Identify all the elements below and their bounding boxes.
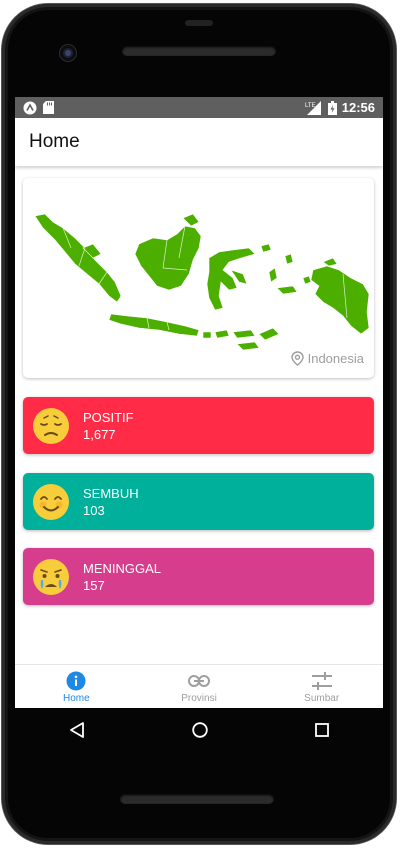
smiling-face-icon <box>33 483 69 520</box>
page-title: Home <box>29 131 80 152</box>
positif-card[interactable]: POSITIF 1,677 <box>23 397 374 454</box>
sembuh-texts: SEMBUH 103 <box>83 485 139 519</box>
meninggal-label: MENINGGAL <box>83 560 162 576</box>
nav-provinsi[interactable]: Provinsi <box>138 665 261 708</box>
main-content: Indonesia POSITIF 1,677 SEMBUH 103 MENIN… <box>15 166 383 664</box>
location-pin-icon <box>290 351 304 366</box>
positif-texts: POSITIF 1,677 <box>83 409 134 443</box>
nav-home[interactable]: Home <box>15 665 138 708</box>
home-circle-icon[interactable] <box>192 722 208 738</box>
clock: 12:56 <box>341 100 375 115</box>
app-bar: Home <box>15 118 383 166</box>
status-bar: LTE 12:56 <box>15 97 383 118</box>
sembuh-label: SEMBUH <box>83 485 139 501</box>
system-navigation-bar <box>15 708 383 752</box>
positif-label: POSITIF <box>83 409 134 425</box>
battery-icon <box>327 100 337 115</box>
nav-sumbar[interactable]: Sumbar <box>260 665 383 708</box>
link-icon <box>188 674 210 687</box>
phone-top-edge <box>185 20 213 26</box>
meninggal-value: 157 <box>83 577 105 593</box>
sliders-icon <box>311 671 332 690</box>
sd-card-icon <box>43 101 54 114</box>
crying-face-icon <box>33 558 69 595</box>
front-camera <box>60 45 76 61</box>
app-notification-icon <box>23 101 37 114</box>
sembuh-value: 103 <box>83 502 105 518</box>
sembuh-card[interactable]: SEMBUH 103 <box>23 473 374 530</box>
map-card[interactable]: Indonesia <box>23 178 374 378</box>
meninggal-texts: MENINGGAL 157 <box>83 560 161 594</box>
map-location-label: Indonesia <box>290 351 364 366</box>
nav-provinsi-label: Provinsi <box>181 692 217 704</box>
app-screen: LTE 12:56 Home Indonesia POSITIF 1,677 S… <box>15 97 383 708</box>
bottom-speaker <box>120 794 274 804</box>
bottom-navigation: Home Provinsi Sumbar <box>15 664 383 708</box>
recents-icon[interactable] <box>315 723 330 737</box>
svg-text:LTE: LTE <box>305 103 316 109</box>
indonesia-map[interactable] <box>23 178 374 378</box>
positif-value: 1,677 <box>83 426 116 442</box>
earpiece-speaker <box>122 46 276 56</box>
location-text: Indonesia <box>307 351 364 366</box>
nav-sumbar-label: Sumbar <box>304 692 340 704</box>
signal-icon: LTE <box>305 100 321 115</box>
sad-face-icon <box>33 407 69 444</box>
meninggal-card[interactable]: MENINGGAL 157 <box>23 548 374 605</box>
info-icon <box>66 671 86 690</box>
nav-home-label: Home <box>62 692 90 704</box>
back-icon[interactable] <box>69 722 85 738</box>
